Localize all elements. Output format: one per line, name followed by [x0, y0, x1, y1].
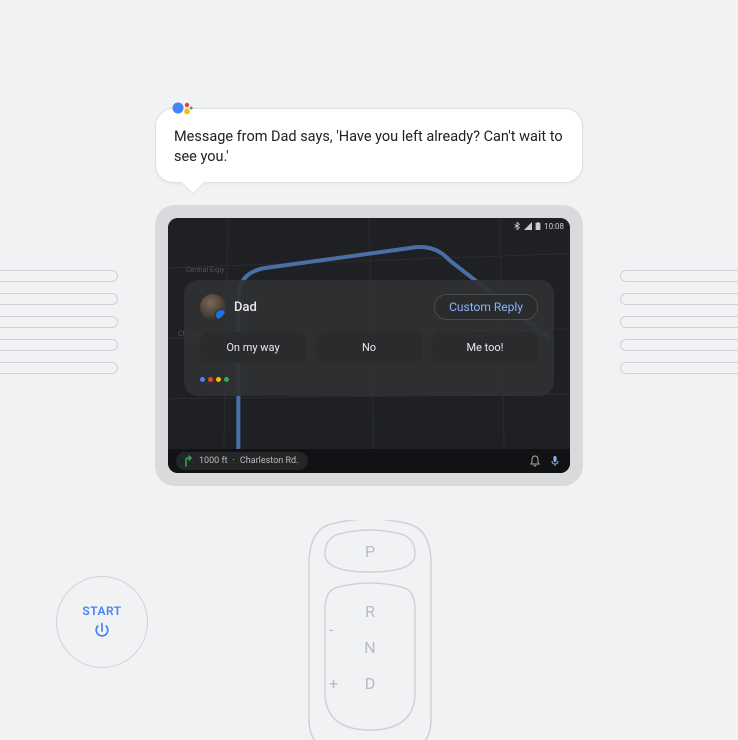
sender-name: Dad — [234, 300, 257, 315]
reply-chip[interactable]: On my way — [200, 332, 306, 363]
reply-chip[interactable]: No — [316, 332, 422, 363]
message-reply-card: Dad Custom Reply On my way No Me too! — [184, 280, 554, 396]
status-bar: 10:08 — [507, 218, 570, 234]
air-vent-left — [0, 270, 118, 385]
message-sender: Dad — [200, 294, 257, 320]
bluetooth-icon — [513, 222, 521, 230]
navigation-info[interactable]: 1000 ft · Charleston Rd. — [176, 452, 308, 470]
turn-right-icon — [182, 455, 194, 467]
notifications-icon[interactable] — [528, 454, 542, 468]
battery-icon — [535, 222, 541, 230]
nav-distance: 1000 ft — [199, 456, 228, 466]
status-time: 10:08 — [544, 222, 564, 231]
power-icon — [92, 621, 112, 641]
infotainment-screen: Central Expy Charleston Rd Plaza St 10:0… — [168, 218, 570, 473]
start-label: START — [82, 604, 121, 618]
bottom-bar: 1000 ft · Charleston Rd. — [168, 449, 570, 473]
start-engine-button[interactable]: START — [56, 576, 148, 668]
gear-plus: + — [329, 674, 338, 693]
gear-minus: - — [329, 620, 333, 639]
reply-chip[interactable]: Me too! — [432, 332, 538, 363]
infotainment-bezel: Central Expy Charleston Rd Plaza St 10:0… — [155, 205, 583, 486]
custom-reply-button[interactable]: Custom Reply — [434, 294, 538, 320]
gear-d: D — [365, 674, 376, 693]
nav-street: Charleston Rd. — [240, 456, 299, 466]
avatar — [200, 294, 226, 320]
air-vent-right — [620, 270, 738, 385]
google-assistant-icon — [170, 98, 194, 122]
gear-r: R — [365, 602, 375, 621]
gear-shifter[interactable]: P R N D - + — [307, 520, 433, 740]
assistant-speech-bubble: Message from Dad says, 'Have you left al… — [155, 108, 583, 183]
assistant-message-text: Message from Dad says, 'Have you left al… — [174, 123, 564, 168]
signal-icon — [524, 222, 532, 230]
gear-n: N — [364, 638, 375, 657]
assistant-listening-icon — [200, 377, 538, 382]
map-road-label: Central Expy — [186, 266, 225, 274]
bubble-tail — [180, 169, 205, 194]
mic-icon[interactable] — [548, 454, 562, 468]
gear-p: P — [365, 542, 375, 561]
